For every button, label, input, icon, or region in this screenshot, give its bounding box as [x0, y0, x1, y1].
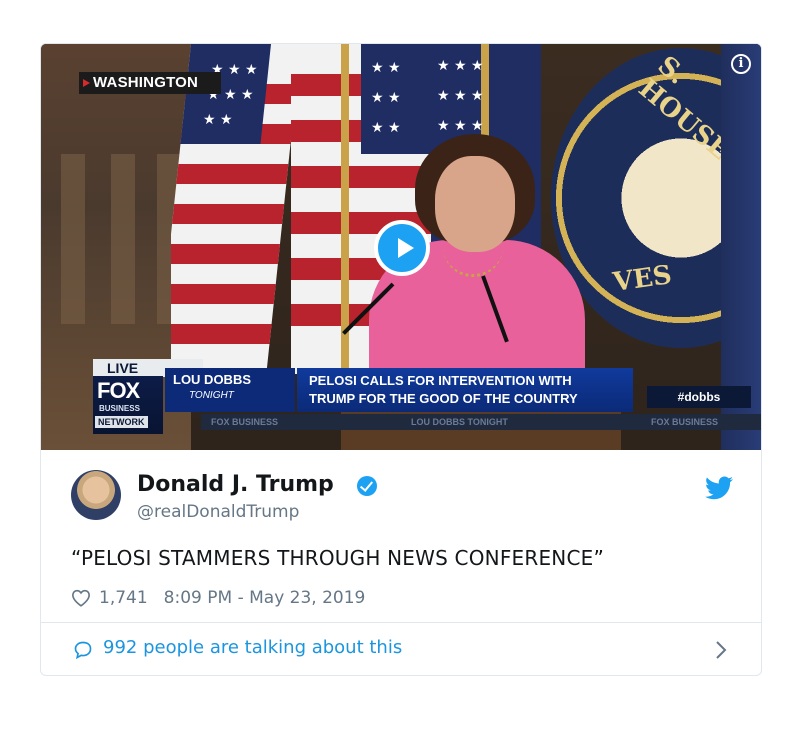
- hashtag: #dobbs: [647, 386, 751, 408]
- heart-icon[interactable]: [71, 589, 91, 607]
- ticker-item: FOX BUSINESS: [651, 417, 719, 427]
- ticker-item: FOX BUSINESS: [211, 417, 279, 427]
- info-icon[interactable]: i: [731, 54, 751, 74]
- ticker-item: LOU DOBBS TONIGHT: [411, 417, 508, 427]
- like-count[interactable]: 1,741: [99, 588, 148, 608]
- show-subtitle: TONIGHT: [189, 390, 234, 401]
- network-logo-text: FOX: [97, 378, 140, 403]
- svg-text:★ ★: ★ ★: [203, 112, 233, 128]
- video-player[interactable]: ★ ★ ★ ★ ★ ★ ★ ★ ★ ★ ★ ★ ★ ★ ★ ★ ★ ★ ★ ★ …: [41, 44, 761, 450]
- background-column: [111, 154, 135, 324]
- headline: PELOSI CALLS FOR INTERVENTION WITH TRUMP…: [309, 372, 578, 408]
- twitter-bird-icon[interactable]: [705, 476, 733, 500]
- show-name: LOU DOBBS: [173, 372, 251, 387]
- show-name-box: LOU DOBBS TONIGHT: [165, 368, 295, 412]
- svg-text:★ ★: ★ ★: [371, 90, 401, 106]
- conversation-text[interactable]: 992 people are talking about this: [103, 637, 402, 658]
- tweet-meta: 1,741 8:09 PM - May 23, 2019: [71, 588, 365, 608]
- headline-line-2: TRUMP FOR THE GOOD OF THE COUNTRY: [309, 391, 578, 406]
- headline-box: PELOSI CALLS FOR INTERVENTION WITH TRUMP…: [297, 368, 633, 412]
- speech-bubble-icon: [74, 641, 92, 660]
- chevron-right-icon[interactable]: [715, 640, 727, 660]
- news-ticker: FOX BUSINESS LOU DOBBS TONIGHT FOX BUSIN…: [201, 414, 761, 430]
- tweet-body: Donald J. Trump @realDonaldTrump “PELOSI…: [41, 450, 761, 622]
- background-column: [61, 154, 85, 324]
- headline-line-1: PELOSI CALLS FOR INTERVENTION WITH: [309, 373, 572, 388]
- tweet-timestamp[interactable]: 8:09 PM - May 23, 2019: [164, 588, 366, 608]
- verified-badge-icon: [357, 476, 377, 496]
- network-logo: FOX BUSINESS NETWORK: [93, 376, 163, 434]
- svg-text:★ ★: ★ ★: [371, 120, 401, 136]
- conversation-link[interactable]: 992 people are talking about this: [41, 624, 761, 675]
- user-handle[interactable]: @realDonaldTrump: [137, 502, 299, 522]
- news-lower-third: LIVE FOX BUSINESS NETWORK LOU DOBBS TONI…: [79, 356, 761, 436]
- avatar[interactable]: [71, 470, 121, 520]
- speaker-face: [435, 156, 515, 252]
- location-badge: WASHINGTON: [79, 72, 221, 94]
- network-label: NETWORK: [95, 416, 148, 428]
- svg-text:★ ★ ★: ★ ★ ★: [437, 88, 484, 104]
- svg-text:★ ★ ★: ★ ★ ★: [437, 58, 484, 74]
- divider: [41, 622, 761, 623]
- svg-text:★ ★: ★ ★: [371, 60, 401, 76]
- embedded-tweet-card: ★ ★ ★ ★ ★ ★ ★ ★ ★ ★ ★ ★ ★ ★ ★ ★ ★ ★ ★ ★ …: [40, 43, 762, 676]
- tweet-text: “PELOSI STAMMERS THROUGH NEWS CONFERENCE…: [71, 546, 605, 570]
- svg-text:★ ★ ★: ★ ★ ★: [437, 118, 484, 134]
- network-sub-text: BUSINESS: [99, 404, 140, 413]
- display-name[interactable]: Donald J. Trump: [137, 472, 334, 497]
- play-button[interactable]: [374, 220, 430, 276]
